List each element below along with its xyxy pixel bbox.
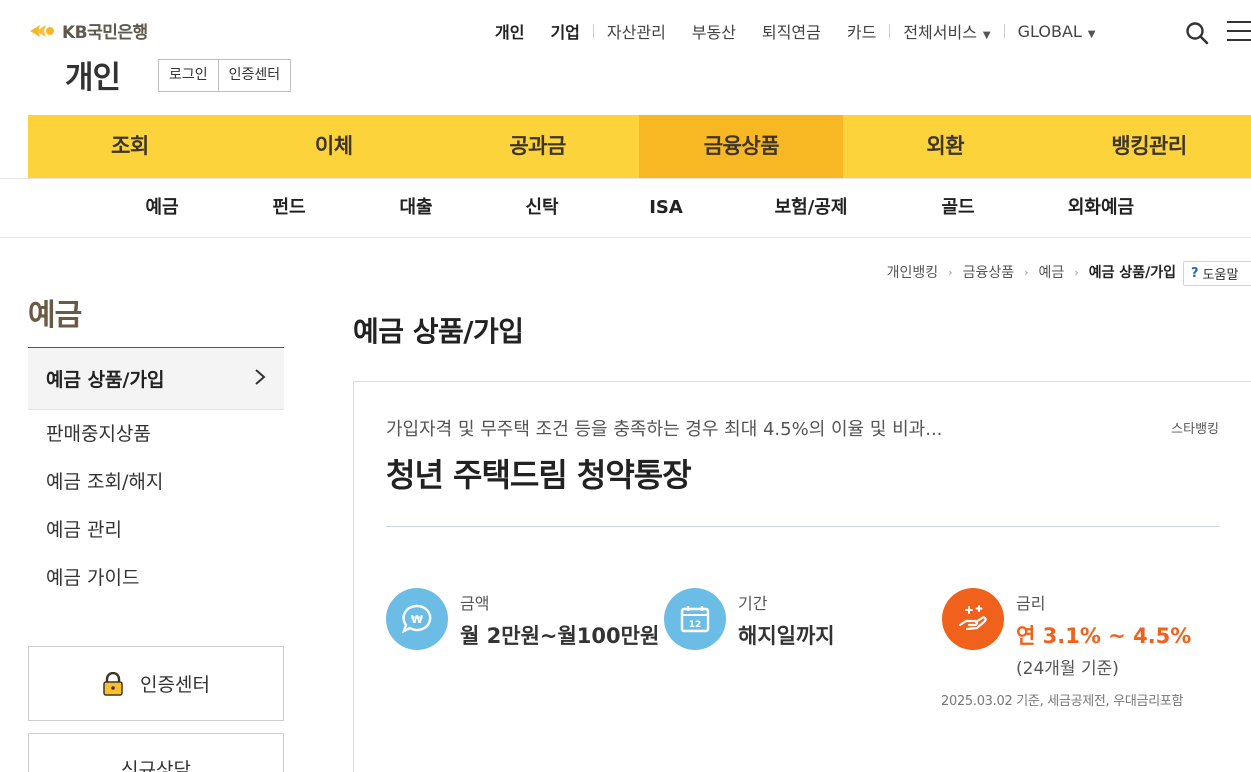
breadcrumb: 개인뱅킹 › 금융상품 › 예금 › 예금 상품/가입 bbox=[887, 262, 1176, 282]
won-chat-icon: ₩ bbox=[386, 588, 448, 650]
subnav-foreign-deposit[interactable]: 외화예금 bbox=[1068, 179, 1134, 236]
subnav-trust[interactable]: 신탁 bbox=[525, 179, 558, 236]
gnb-foreign-exchange[interactable]: 외환 bbox=[843, 115, 1047, 178]
lnb-item-active[interactable]: 예금 상품/가입 bbox=[28, 347, 284, 410]
chevron-right-icon: › bbox=[1074, 265, 1079, 279]
gnb-transfer[interactable]: 이체 bbox=[232, 115, 436, 178]
top-nav: 개인 기업 자산관리 부동산 퇴직연금 카드 전체서비스 ▼ GLOBAL ▼ bbox=[495, 18, 1109, 44]
top-nav-pension[interactable]: 퇴직연금 bbox=[749, 19, 834, 43]
top-nav-personal[interactable]: 개인 bbox=[495, 19, 537, 43]
product-card[interactable]: 가입자격 및 무주택 조건 등을 충족하는 경우 최대 4.5%의 이율 및 비… bbox=[353, 381, 1251, 772]
search-icon[interactable] bbox=[1185, 21, 1209, 45]
rate-note: 2025.03.02 기준, 세금공제전, 우대금리포함 bbox=[941, 694, 1184, 709]
calendar-icon: 12 bbox=[664, 588, 726, 650]
breadcrumb-item[interactable]: 금융상품 bbox=[963, 262, 1015, 282]
lnb-item-discontinued[interactable]: 판매중지상품 bbox=[28, 410, 284, 458]
cert-center-button[interactable]: 인증센터 bbox=[28, 646, 284, 721]
cert-center-link[interactable]: 인증센터 bbox=[217, 60, 291, 91]
product-description: 가입자격 및 무주택 조건 등을 충족하는 경우 최대 4.5%의 이율 및 비… bbox=[386, 419, 943, 440]
top-nav-card[interactable]: 카드 bbox=[834, 19, 889, 43]
chevron-right-icon: › bbox=[1024, 265, 1029, 279]
subnav-insurance[interactable]: 보험/공제 bbox=[775, 179, 848, 236]
consult-button[interactable]: 신규상담 bbox=[28, 733, 284, 772]
page-title: 예금 상품/가입 bbox=[353, 315, 524, 348]
top-nav-all-services[interactable]: 전체서비스 ▼ bbox=[890, 19, 1003, 43]
subnav-isa[interactable]: ISA bbox=[649, 179, 683, 236]
kb-logo[interactable]: KB국민은행 bbox=[28, 18, 148, 43]
top-nav-realestate[interactable]: 부동산 bbox=[679, 19, 749, 43]
subnav-deposit[interactable]: 예금 bbox=[145, 179, 178, 236]
period-value: 해지일까지 bbox=[738, 624, 835, 648]
subnav-fund[interactable]: 펀드 bbox=[272, 179, 305, 236]
breadcrumb-item[interactable]: 예금 bbox=[1039, 262, 1065, 282]
svg-text:₩: ₩ bbox=[411, 613, 423, 626]
amount-label: 금액 bbox=[460, 594, 490, 613]
rate-info: 금리 연 3.1% ~ 4.5% (24개월 기준) bbox=[942, 588, 1191, 679]
caret-down-icon: ▼ bbox=[982, 30, 991, 41]
hamburger-menu-icon[interactable] bbox=[1227, 21, 1251, 43]
lnb-item-guide[interactable]: 예금 가이드 bbox=[28, 554, 284, 602]
logo-text: KB국민은행 bbox=[62, 23, 148, 43]
login-link[interactable]: 로그인 bbox=[159, 60, 218, 91]
gnb-banking-management[interactable]: 뱅킹관리 bbox=[1047, 115, 1251, 178]
product-name[interactable]: 청년 주택드림 청약통장 bbox=[386, 450, 692, 496]
consult-label: 신규상담 bbox=[121, 758, 191, 772]
lnb-active-label: 예금 상품/가입 bbox=[46, 369, 165, 391]
breadcrumb-current: 예금 상품/가입 bbox=[1088, 265, 1176, 281]
gnb-financial-products[interactable]: 금융상품 bbox=[639, 115, 844, 178]
left-nav: 예금 상품/가입 판매중지상품 예금 조회/해지 예금 관리 예금 가이드 bbox=[28, 347, 284, 602]
amount-value: 월 2만원~월100만원 bbox=[460, 624, 660, 648]
auth-links: 로그인 인증센터 bbox=[158, 59, 292, 92]
rate-basis: (24개월 기준) bbox=[1016, 659, 1119, 679]
rate-label: 금리 bbox=[1016, 594, 1046, 613]
top-nav-asset[interactable]: 자산관리 bbox=[594, 19, 679, 43]
hand-sparkle-icon bbox=[942, 588, 1004, 650]
divider bbox=[386, 526, 1220, 527]
question-icon: ? bbox=[1191, 266, 1199, 281]
chevron-right-icon: › bbox=[948, 265, 953, 279]
sub-menu: 예금 펀드 대출 신탁 ISA 보험/공제 골드 외화예금 bbox=[0, 178, 1251, 238]
cert-center-label: 인증센터 bbox=[140, 674, 210, 696]
svg-text:12: 12 bbox=[689, 620, 702, 630]
section-title: 개인 bbox=[65, 60, 121, 96]
help-label: 도움말 bbox=[1202, 268, 1239, 283]
top-nav-global[interactable]: GLOBAL ▼ bbox=[1005, 22, 1109, 41]
lnb-item-inquiry[interactable]: 예금 조회/해지 bbox=[28, 458, 284, 506]
top-nav-business[interactable]: 기업 bbox=[537, 19, 592, 43]
gnb-inquiry[interactable]: 조회 bbox=[28, 115, 232, 178]
global-label: GLOBAL bbox=[1017, 21, 1082, 41]
caret-down-icon: ▼ bbox=[1087, 28, 1096, 40]
rate-value: 연 3.1% ~ 4.5% bbox=[1016, 624, 1192, 648]
period-label: 기간 bbox=[738, 594, 768, 613]
amount-info: ₩ 금액 월 2만원~월100만원 bbox=[386, 588, 659, 650]
breadcrumb-item[interactable]: 개인뱅킹 bbox=[887, 262, 939, 282]
kb-star-icon bbox=[28, 21, 58, 41]
lock-icon bbox=[102, 671, 124, 696]
period-info: 12 기간 해지일까지 bbox=[664, 588, 835, 650]
help-button[interactable]: ? 도움말 bbox=[1183, 261, 1251, 286]
subnav-loan[interactable]: 대출 bbox=[399, 179, 432, 236]
chevron-right-icon bbox=[254, 367, 266, 391]
channel-badge: 스타뱅킹 bbox=[1171, 422, 1219, 437]
main-menu: 조회 이체 공과금 금융상품 외환 뱅킹관리 bbox=[28, 115, 1251, 178]
gnb-utility[interactable]: 공과금 bbox=[436, 115, 640, 178]
subnav-gold[interactable]: 골드 bbox=[941, 179, 974, 236]
all-services-label: 전체서비스 bbox=[903, 23, 977, 42]
lnb-title: 예금 bbox=[28, 298, 82, 333]
lnb-item-manage[interactable]: 예금 관리 bbox=[28, 506, 284, 554]
